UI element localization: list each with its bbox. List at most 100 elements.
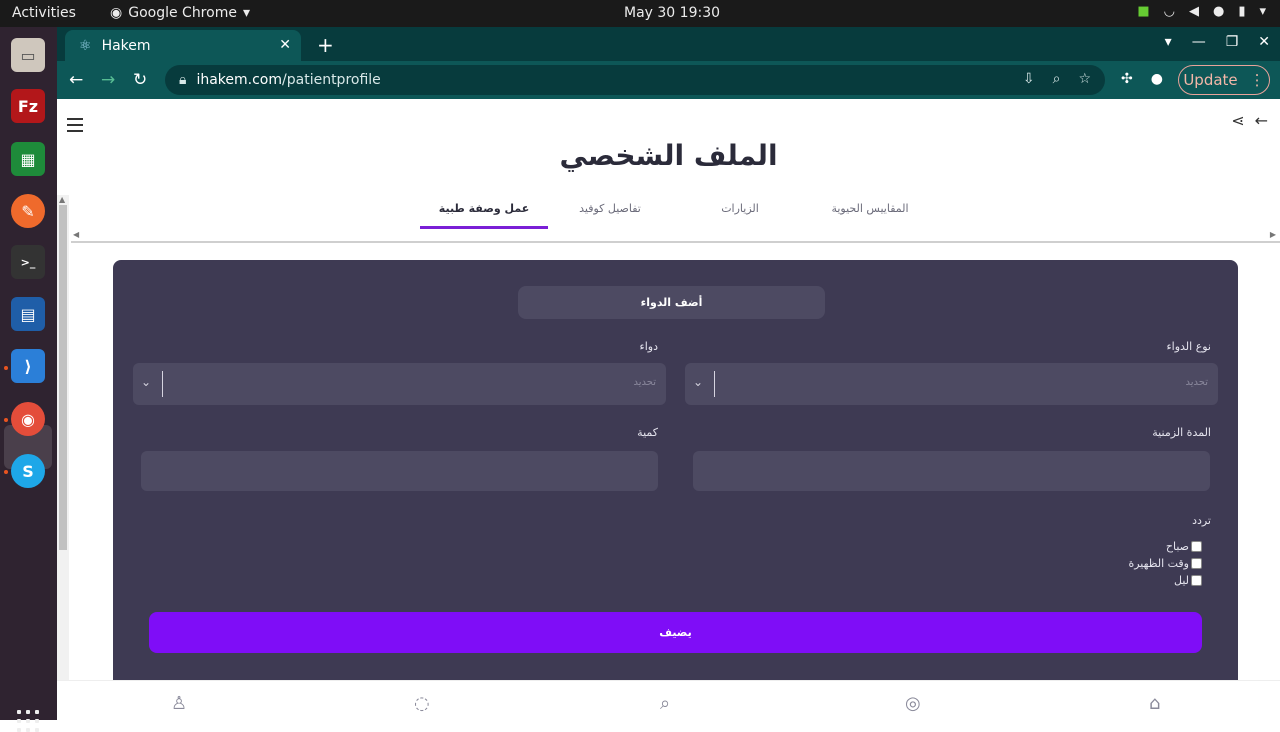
window-controls: ▾ — ❐ ✕	[1165, 34, 1270, 50]
react-icon: ⚛	[79, 37, 92, 54]
select-divider	[714, 371, 715, 397]
star-icon[interactable]: ☆	[1078, 71, 1091, 87]
browser-tab[interactable]: ⚛ Hakem ✕	[65, 30, 301, 61]
medicine-select[interactable]: تحديد ⌄	[133, 363, 666, 405]
add-button[interactable]: يضيف	[149, 612, 1202, 653]
chat-icon[interactable]: ◌	[414, 693, 430, 714]
back-arrow-icon[interactable]: ←	[1255, 111, 1268, 130]
medicine-type-label: نوع الدواء	[1166, 340, 1211, 353]
frequency-night[interactable]: ليل	[1128, 574, 1202, 587]
back-icon[interactable]: ←	[69, 70, 83, 90]
activities-button[interactable]: Activities	[12, 5, 76, 21]
system-top-bar: Activities ◉ Google Chrome ▾ May 30 19:3…	[0, 0, 1280, 27]
extensions-icon[interactable]: ✣	[1121, 71, 1133, 87]
app-menu[interactable]: ◉ Google Chrome ▾	[110, 5, 250, 21]
chevron-down-icon: ▾	[242, 5, 250, 21]
frequency-morning[interactable]: صباح	[1128, 540, 1202, 553]
battery-icon: ▮	[1238, 4, 1246, 19]
vertical-scrollbar[interactable]: ▲	[57, 195, 69, 680]
profile-icon[interactable]: ●	[1151, 71, 1163, 87]
page-actions: ⋖ ←	[1231, 111, 1268, 130]
install-icon[interactable]: ⇩	[1023, 71, 1035, 87]
page-content: ▲ ⋖ ← الملف الشخصي المقاييس الحيوية الزي…	[57, 99, 1280, 680]
close-window-icon[interactable]: ✕	[1258, 34, 1270, 50]
tabs-scrollbar[interactable]: ◀ ▶	[71, 229, 1280, 243]
tab-search-icon[interactable]: ▾	[1165, 34, 1172, 50]
kebab-menu-icon[interactable]: ⋮	[1250, 71, 1265, 89]
browser-toolbar: ← → ↻ 🔒︎ ihakem.com/patientprofile ⇩ ⌕ ☆…	[57, 61, 1280, 99]
bottom-navigation: ♙ ◌ ⌕ ◎ ⌂	[57, 680, 1280, 720]
minimize-icon[interactable]: —	[1192, 34, 1206, 50]
new-tab-icon[interactable]: +	[317, 33, 334, 57]
tab-visits[interactable]: الزيارات	[710, 197, 770, 229]
chrome-icon[interactable]: ◉	[11, 402, 45, 436]
vscode-icon[interactable]: ⟩	[11, 349, 45, 383]
dock: ▭ Fz ▦ ✎ >_ ▤ ⟩ ◉ S	[0, 27, 57, 732]
tab-covid-details[interactable]: تفاصيل كوفيد	[570, 197, 650, 229]
show-apps-icon[interactable]	[17, 710, 39, 732]
wifi-icon: ◡	[1163, 4, 1175, 19]
frequency-morning-label: صباح	[1165, 540, 1189, 553]
skype-icon[interactable]: S	[11, 454, 45, 488]
lock-icon: 🔒︎	[179, 72, 187, 88]
home-icon[interactable]: ⌂	[1149, 693, 1160, 714]
medicine-type-placeholder: تحديد	[1185, 377, 1208, 388]
system-tray[interactable]: ■ ◡ ◀ ● ▮ ▾	[1137, 4, 1266, 19]
mic-icon: ●	[1212, 4, 1225, 19]
terminal-icon[interactable]: >_	[11, 245, 45, 279]
app-name: Google Chrome	[128, 5, 237, 21]
volume-icon: ◀	[1188, 4, 1199, 19]
close-tab-icon[interactable]: ✕	[279, 37, 291, 53]
page-title: الملف الشخصي	[559, 139, 778, 172]
tab-title: Hakem	[101, 37, 151, 54]
running-indicator	[4, 366, 8, 370]
update-button[interactable]: Update ⋮	[1178, 65, 1270, 95]
duration-input[interactable]	[693, 451, 1210, 491]
fingerprint-icon[interactable]: ◎	[905, 693, 921, 714]
scroll-left-icon[interactable]: ◀	[73, 230, 79, 239]
chevron-down-icon[interactable]: ⌄	[141, 375, 151, 389]
tab-vitals[interactable]: المقاييس الحيوية	[825, 197, 915, 229]
forward-icon[interactable]: →	[101, 70, 115, 90]
checkbox[interactable]	[1191, 575, 1202, 586]
reload-icon[interactable]: ↻	[133, 70, 147, 90]
restore-icon[interactable]: ❐	[1226, 34, 1239, 50]
frequency-noon-label: وقت الظهيرة	[1128, 557, 1189, 570]
frequency-options: صباح وقت الظهيرة ليل	[1128, 540, 1202, 587]
chevron-down-icon: ▾	[1259, 4, 1266, 19]
tab-prescription[interactable]: عمل وصفة طبية	[420, 197, 548, 229]
spreadsheet-icon[interactable]: ▦	[11, 142, 45, 176]
filezilla-icon[interactable]: Fz	[11, 89, 45, 123]
checkbox[interactable]	[1191, 541, 1202, 552]
frequency-noon[interactable]: وقت الظهيرة	[1128, 557, 1202, 570]
frequency-night-label: ليل	[1173, 574, 1189, 587]
quantity-label: كمية	[637, 426, 658, 439]
scroll-right-icon[interactable]: ▶	[1270, 230, 1276, 239]
running-indicator	[4, 418, 8, 422]
url-path: /patientprofile	[282, 72, 381, 88]
chrome-icon: ◉	[110, 5, 123, 21]
medicine-placeholder: تحديد	[633, 377, 656, 388]
prescription-form: أضف الدواء نوع الدواء تحديد ⌄ دواء تحديد…	[113, 260, 1238, 680]
scroll-up-icon[interactable]: ▲	[59, 195, 65, 204]
menu-icon[interactable]	[67, 118, 83, 132]
address-bar[interactable]: 🔒︎ ihakem.com/patientprofile ⇩ ⌕ ☆	[165, 65, 1105, 95]
medicine-label: دواء	[639, 340, 658, 353]
zoom-icon[interactable]: ⌕	[1053, 71, 1061, 87]
share-icon[interactable]: ⋖	[1231, 111, 1244, 130]
checkbox[interactable]	[1191, 558, 1202, 569]
postman-icon[interactable]: ✎	[11, 194, 45, 228]
update-label: Update	[1183, 71, 1238, 89]
scrollbar-thumb[interactable]	[59, 205, 67, 550]
clock[interactable]: May 30 19:30	[624, 5, 720, 21]
quantity-input[interactable]	[141, 451, 658, 491]
shield-check-icon: ■	[1137, 4, 1150, 19]
chevron-down-icon[interactable]: ⌄	[693, 375, 703, 389]
running-indicator	[4, 470, 8, 474]
writer-icon[interactable]: ▤	[11, 297, 45, 331]
form-header: أضف الدواء	[518, 286, 825, 319]
files-icon[interactable]: ▭	[11, 38, 45, 72]
search-icon[interactable]: ⌕	[660, 693, 670, 714]
medicine-type-select[interactable]: تحديد ⌄	[685, 363, 1218, 405]
user-icon[interactable]: ♙	[171, 693, 187, 714]
